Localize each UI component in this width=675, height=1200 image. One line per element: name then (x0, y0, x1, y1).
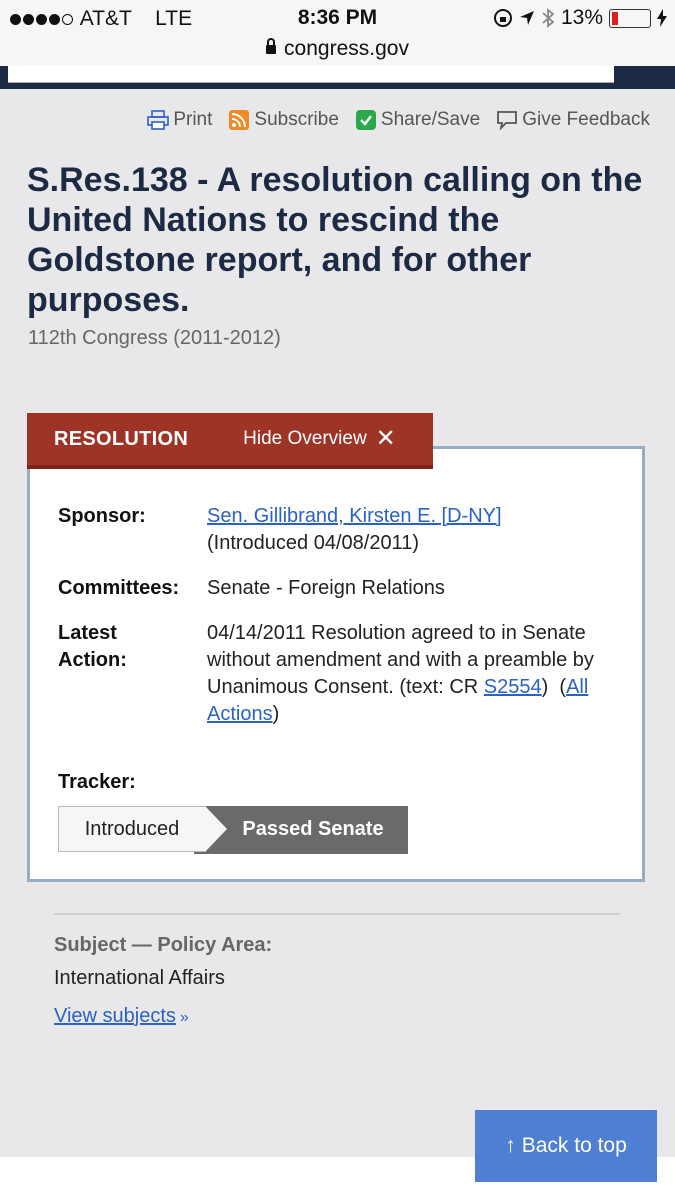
give-feedback-button[interactable]: Give Feedback (496, 106, 650, 134)
give-feedback-label: Give Feedback (522, 109, 650, 130)
url-text: congress.gov (284, 37, 409, 60)
address-bar[interactable]: congress.gov (0, 37, 675, 61)
introduced-date: (Introduced 04/08/2011) (207, 532, 420, 554)
tracker-label: Tracker: (58, 771, 136, 793)
tracker-step-introduced: Introduced (58, 806, 206, 852)
congress-session: 112th Congress (2011-2012) (28, 327, 281, 349)
share-icon (355, 110, 376, 130)
subscribe-label: Subscribe (254, 109, 339, 130)
tracker-step-introduced-label: Introduced (84, 818, 180, 840)
print-label: Print (173, 109, 213, 130)
hide-overview-button[interactable]: Hide Overview (243, 428, 367, 450)
latest-action-close: ) (272, 703, 280, 725)
sponsor-label: Sponsor: (58, 505, 146, 527)
status-icons: 13% (493, 6, 667, 30)
committees-label: Committees: (58, 577, 180, 599)
subject-heading: Subject — Policy Area: (54, 934, 273, 956)
sponsor-value: Sen. Gillibrand, Kirsten E. [D-NY] (Intr… (207, 503, 602, 557)
ios-status-bar: AT&T LTE 8:36 PM 13% congress.gov (0, 0, 675, 66)
latest-label-line2: Action: (58, 649, 127, 671)
rss-icon (229, 110, 250, 130)
lock-icon (266, 38, 277, 54)
double-chevron-icon: » (179, 1009, 189, 1026)
view-subjects-link[interactable]: View subjects (54, 1005, 176, 1027)
share-save-button[interactable]: Share/Save (355, 106, 480, 134)
bluetooth-icon (542, 8, 555, 28)
resolution-tab: RESOLUTION Hide Overview ✕ (27, 413, 433, 469)
resolution-tab-title: RESOLUTION (54, 427, 189, 450)
tracker-chevron (205, 806, 227, 852)
latest-action-sep: ) ( (541, 676, 567, 698)
latest-action-label: Latest Action: (58, 620, 198, 674)
print-button[interactable]: Print (147, 106, 212, 134)
divider (54, 913, 620, 915)
speech-bubble-icon (497, 111, 518, 130)
site-header-strip (0, 66, 675, 89)
close-icon[interactable]: ✕ (376, 424, 396, 453)
congressional-record-link[interactable]: S2554 (484, 676, 542, 698)
share-save-label: Share/Save (380, 109, 481, 130)
location-arrow-icon (519, 11, 534, 25)
subscribe-button[interactable]: Subscribe (228, 106, 339, 134)
rotation-lock-icon (493, 9, 512, 27)
back-to-top-button[interactable]: ↑ Back to top (475, 1110, 657, 1182)
status-tracker: Passed Senate Introduced (58, 806, 408, 856)
committees-value: Senate - Foreign Relations (207, 577, 445, 599)
battery-percent: 13% (560, 6, 603, 29)
page-tools: Print Subscribe Share/Save Give Feedback (0, 106, 650, 134)
search-input[interactable] (8, 66, 614, 83)
battery-icon (609, 8, 651, 28)
back-to-top-label: Back to top (521, 1134, 627, 1157)
latest-action-value: 04/14/2011 Resolution agreed to in Senat… (207, 620, 597, 728)
subject-value: International Affairs (54, 967, 225, 989)
arrow-up-icon: ↑ (505, 1134, 516, 1157)
charging-bolt-icon (657, 9, 667, 27)
sponsor-link[interactable]: Sen. Gillibrand, Kirsten E. [D-NY] (207, 505, 502, 527)
view-subjects-link-wrap: View subjects» (54, 1005, 189, 1028)
latest-label-line1: Latest (58, 622, 117, 644)
page-title: S.Res.138 - A resolution calling on the … (27, 161, 643, 319)
printer-icon (147, 110, 170, 130)
tracker-step-passed-senate-label: Passed Senate (242, 818, 384, 840)
